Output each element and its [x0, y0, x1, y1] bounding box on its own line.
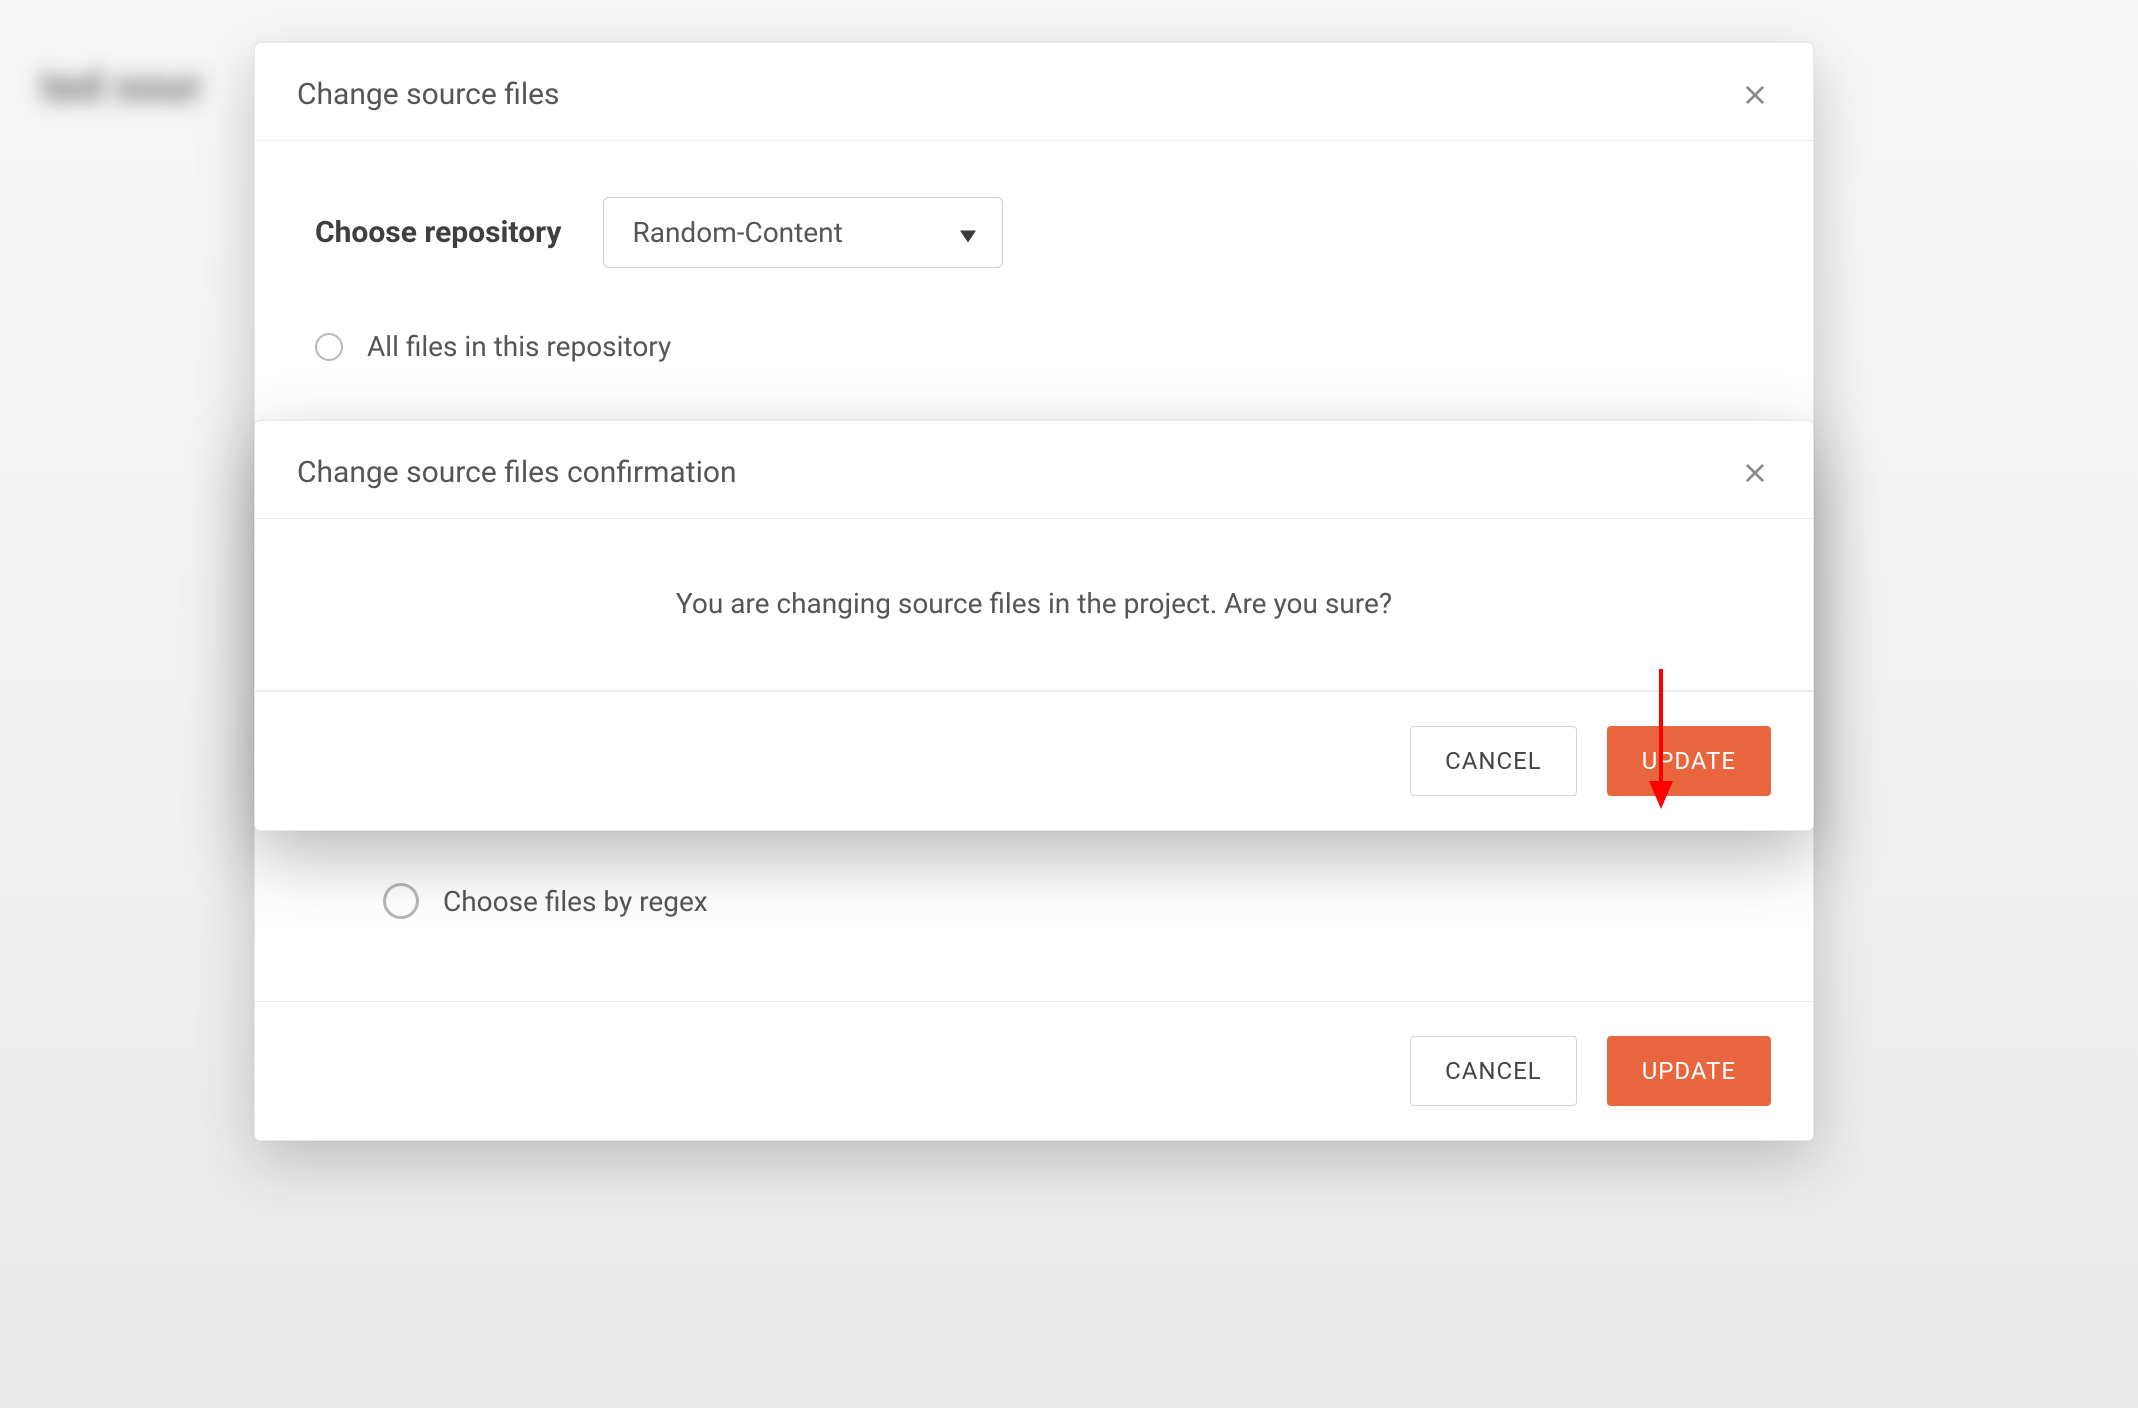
option-choose-by-regex-label: Choose files by regex — [443, 885, 708, 918]
confirm-message: You are changing source files in the pro… — [676, 587, 1392, 620]
confirm-modal-footer: CANCEL UPDATE — [255, 691, 1813, 830]
confirm-cancel-button[interactable]: CANCEL — [1410, 726, 1577, 796]
close-button[interactable] — [1739, 79, 1771, 111]
modal-title: Change source files — [297, 77, 560, 112]
close-icon — [1744, 84, 1766, 106]
modal-footer: CANCEL UPDATE — [255, 1001, 1813, 1140]
choose-repository-row: Choose repository Random-Content — [315, 197, 1753, 268]
confirm-modal-body: You are changing source files in the pro… — [255, 519, 1813, 691]
repository-select[interactable]: Random-Content — [603, 197, 1003, 268]
close-icon — [1744, 462, 1766, 484]
option-choose-by-regex[interactable]: Choose files by regex — [383, 883, 1753, 919]
update-button[interactable]: UPDATE — [1607, 1036, 1771, 1106]
confirm-close-button[interactable] — [1739, 457, 1771, 489]
change-source-files-confirmation-modal: Change source files confirmation You are… — [254, 420, 1814, 831]
caret-down-icon — [960, 216, 976, 249]
radio-icon — [383, 883, 419, 919]
repository-select-value: Random-Content — [632, 216, 842, 249]
confirm-update-button[interactable]: UPDATE — [1607, 726, 1771, 796]
option-all-files[interactable]: All files in this repository — [315, 330, 1753, 363]
cancel-button[interactable]: CANCEL — [1410, 1036, 1577, 1106]
choose-repository-label: Choose repository — [315, 215, 561, 250]
confirm-modal-title: Change source files confirmation — [297, 455, 737, 490]
option-all-files-label: All files in this repository — [367, 330, 671, 363]
modal-header: Change source files — [255, 43, 1813, 141]
confirm-modal-header: Change source files confirmation — [255, 421, 1813, 519]
radio-icon — [315, 333, 343, 361]
